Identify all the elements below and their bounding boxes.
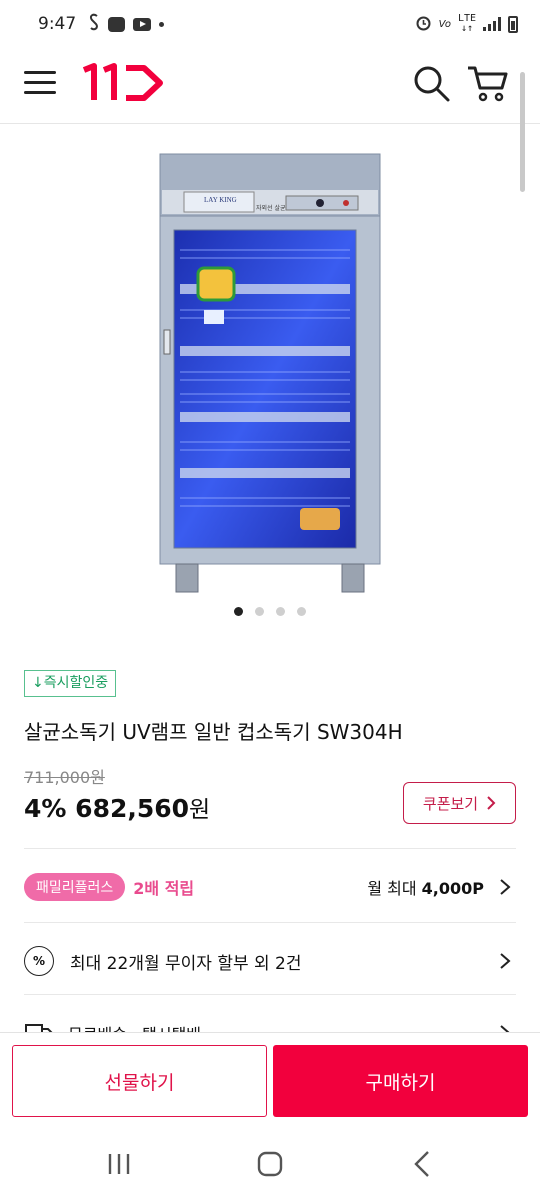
page-scrollbar[interactable]: [520, 72, 525, 192]
messenger-icon: [108, 16, 126, 32]
product-title: 살균소독기 UV램프 일반 컵소독기 SW304H: [24, 720, 403, 744]
youtube-icon: [133, 17, 152, 31]
status-right: Vo LTE ↓↑: [415, 14, 518, 34]
status-left: 9:47: [38, 13, 165, 35]
original-price: 711,000원: [24, 768, 105, 787]
chevron-right-icon: [500, 879, 511, 895]
search-icon[interactable]: [412, 64, 452, 104]
signal-icon: [483, 17, 501, 31]
product-brand-label: LAY KING: [204, 196, 237, 204]
carousel-dot[interactable]: [276, 607, 285, 616]
currency-label: 원: [189, 797, 211, 823]
monthly-max-points: 월 최대 4,000P: [367, 875, 484, 899]
notification-dot-icon: [159, 21, 165, 27]
percent-icon: %: [24, 946, 54, 976]
status-bar: 9:47 Vo LTE ↓↑: [0, 0, 540, 48]
s-app-icon: [88, 13, 100, 35]
sale-price: 682,560: [75, 794, 190, 823]
product-image[interactable]: LAY KING 자외선 살균기: [150, 150, 390, 600]
menu-icon[interactable]: [24, 68, 56, 98]
monthly-points: 4,000P: [421, 879, 484, 898]
recent-apps-icon[interactable]: [98, 1148, 142, 1180]
carousel-dot[interactable]: [255, 607, 264, 616]
sale-price-line: 4% 682,560원: [24, 790, 210, 824]
app-header: [0, 48, 540, 124]
gift-button[interactable]: 선물하기: [12, 1045, 267, 1117]
chevron-right-icon: [500, 953, 511, 969]
system-nav-bar: [0, 1128, 540, 1200]
chevron-right-icon: [487, 796, 496, 810]
carousel-dot[interactable]: [297, 607, 306, 616]
family-double-points: 2배 적립: [133, 879, 195, 898]
battery-icon: [508, 15, 518, 33]
family-plus-row[interactable]: 패밀리플러스 2배 적립 월 최대 4,000P: [24, 862, 516, 912]
divider: [24, 848, 516, 849]
eleven-street-logo[interactable]: [80, 62, 166, 104]
coupon-button[interactable]: 쿠폰보기: [403, 782, 516, 824]
monthly-prefix: 월 최대: [367, 879, 417, 898]
lte-icon: LTE ↓↑: [457, 13, 476, 34]
cart-icon[interactable]: [466, 64, 510, 104]
divider: [24, 994, 516, 995]
carousel-dot[interactable]: [234, 607, 243, 616]
home-icon[interactable]: [248, 1148, 292, 1180]
coupon-button-label: 쿠폰보기: [422, 794, 479, 813]
purchase-action-bar: 선물하기 구매하기: [0, 1032, 540, 1128]
installment-text: 최대 22개월 무이자 할부 외 2건: [70, 953, 302, 974]
image-carousel-dots[interactable]: [0, 607, 540, 616]
discount-rate: 4%: [24, 794, 67, 823]
status-time: 9:47: [38, 14, 77, 34]
buy-button[interactable]: 구매하기: [273, 1045, 528, 1117]
alarm-icon: [415, 14, 432, 34]
installment-row[interactable]: % 최대 22개월 무이자 할부 외 2건: [24, 936, 516, 986]
divider: [24, 922, 516, 923]
family-plus-pill: 패밀리플러스: [24, 873, 126, 901]
instant-discount-badge: ↓즉시할인중: [24, 670, 117, 697]
back-icon[interactable]: [400, 1148, 444, 1180]
volte-icon: Vo: [438, 18, 451, 30]
